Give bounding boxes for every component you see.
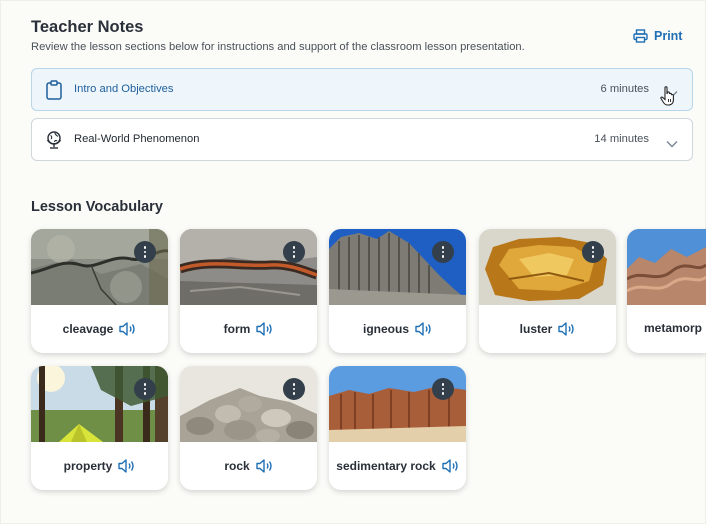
section-label: Intro and Objectives [74,83,174,95]
page-subtitle: Review the lesson sections below for ins… [31,41,525,53]
more-options-button[interactable] [134,378,156,400]
vocabulary-title: Lesson Vocabulary [31,199,163,215]
speaker-icon[interactable] [255,458,273,474]
hand-cursor-icon [660,86,676,111]
vocab-word: form [223,322,251,336]
vocab-image [627,229,706,305]
section-label: Real-World Phenomenon [74,133,200,145]
more-options-button[interactable] [432,378,454,400]
more-options-button[interactable] [283,378,305,400]
vocab-word: luster [519,322,553,336]
more-options-button[interactable] [283,241,305,263]
speaker-icon[interactable] [255,321,273,337]
vocab-card-igneous[interactable]: igneous [329,229,466,353]
vocab-card-cleavage[interactable]: cleavage [31,229,168,353]
clipboard-icon [45,80,63,100]
vocab-card-rock[interactable]: rock [180,366,317,490]
section-duration: 6 minutes [600,83,649,95]
vocab-card-sedimentary-rock[interactable]: sedimentary rock [329,366,466,490]
speaker-icon[interactable] [118,321,136,337]
speaker-icon[interactable] [441,458,459,474]
vocab-card-luster[interactable]: luster [479,229,616,353]
vocab-card-property[interactable]: property [31,366,168,490]
more-options-button[interactable] [582,241,604,263]
vocab-word: igneous [362,322,409,336]
section-real-world-phenomenon[interactable]: Real-World Phenomenon 14 minutes [31,118,693,161]
vocab-card-metamorphic[interactable]: metamorp [627,229,706,353]
page-title: Teacher Notes [31,18,144,36]
globe-icon [45,130,63,150]
chevron-down-icon[interactable] [666,135,678,153]
section-duration: 14 minutes [594,133,649,145]
more-options-button[interactable] [432,241,454,263]
vocab-word: sedimentary rock [336,459,436,473]
speaker-icon[interactable] [117,458,135,474]
more-options-button[interactable] [134,241,156,263]
section-intro-objectives[interactable]: Intro and Objectives 6 minutes [31,68,693,111]
speaker-icon[interactable] [557,321,575,337]
vocab-word: rock [224,459,250,473]
printer-icon [633,29,648,43]
print-label: Print [654,29,683,43]
vocab-word: cleavage [62,322,114,336]
print-button[interactable]: Print [633,29,682,43]
vocab-card-form[interactable]: form [180,229,317,353]
vocab-word: metamorp [644,321,703,335]
vocab-word: property [63,459,113,473]
speaker-icon[interactable] [414,321,432,337]
